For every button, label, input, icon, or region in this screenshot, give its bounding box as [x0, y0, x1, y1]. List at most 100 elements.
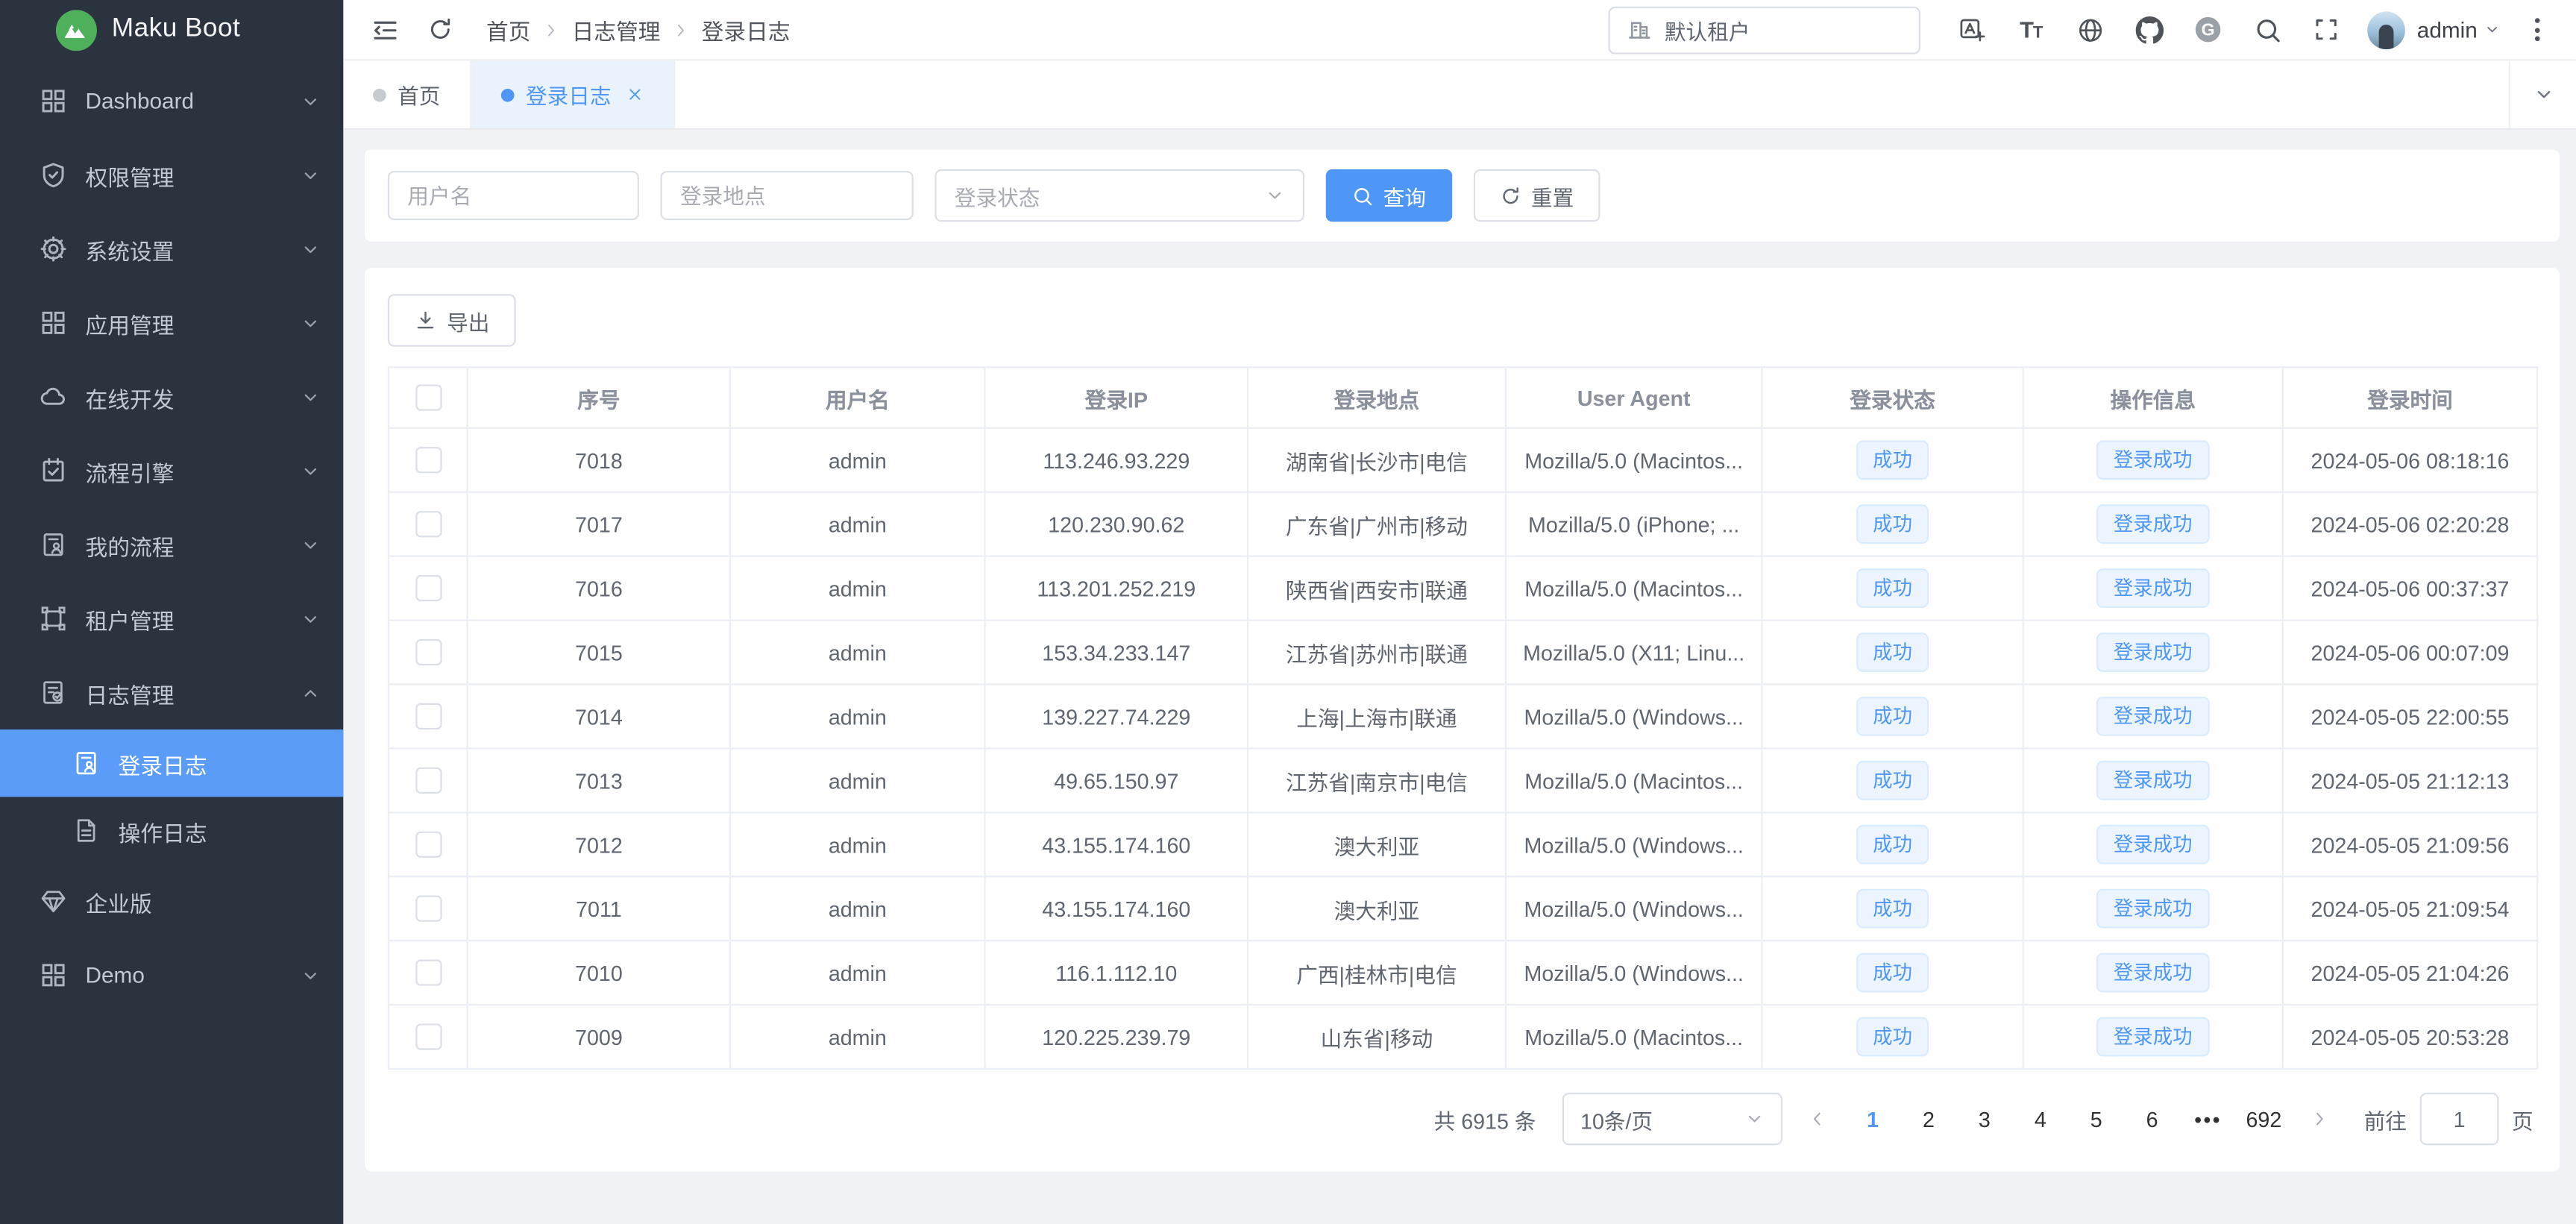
- username-input[interactable]: [388, 171, 639, 220]
- tab-login-log[interactable]: 登录日志: [471, 61, 675, 128]
- reset-button-label: 重置: [1531, 180, 1574, 211]
- row-checkbox[interactable]: [415, 896, 441, 922]
- prev-page-button[interactable]: [1796, 1096, 1838, 1142]
- table-row: 7013 admin 49.65.150.97 江苏省|南京市|电信 Mozil…: [389, 748, 2537, 812]
- sidebar-item-permissions[interactable]: 权限管理: [0, 138, 343, 212]
- select-all-checkbox[interactable]: [415, 385, 441, 411]
- app-logo[interactable]: Maku Boot: [0, 0, 343, 59]
- status-badge: 成功: [1856, 440, 1929, 480]
- pagination: 共 6915 条 10条/页 1 2 3 4 5 6 ••• 692: [391, 1093, 2533, 1172]
- sidebar-item-app-management[interactable]: 应用管理: [0, 286, 343, 360]
- cell-time: 2024-05-05 21:09:56: [2283, 812, 2537, 876]
- page-number-5[interactable]: 5: [2075, 1096, 2117, 1142]
- cell-time: 2024-05-05 21:09:54: [2283, 876, 2537, 941]
- refresh-button[interactable]: [421, 10, 460, 49]
- sidebar-item-workflow-engine[interactable]: 流程引擎: [0, 434, 343, 508]
- more-pages-button[interactable]: •••: [2187, 1096, 2229, 1142]
- export-button[interactable]: 导出: [388, 294, 516, 346]
- sidebar-item-system-settings[interactable]: 系统设置: [0, 212, 343, 286]
- page-content: 登录状态 查询 重置 导出: [343, 130, 2576, 1224]
- cell-username: admin: [730, 428, 984, 492]
- kebab-menu-button[interactable]: [2520, 18, 2553, 41]
- page-size-select[interactable]: 10条/页: [1562, 1093, 1782, 1145]
- fullscreen-button[interactable]: [2302, 7, 2352, 53]
- page-number-3[interactable]: 3: [1963, 1096, 2005, 1142]
- chevron-down-icon: [301, 313, 320, 333]
- search-button[interactable]: 查询: [1326, 169, 1453, 222]
- grid-icon: [40, 87, 67, 115]
- tenant-select[interactable]: 默认租户: [1609, 6, 1921, 54]
- document-icon: [72, 817, 100, 844]
- cell-username: admin: [730, 556, 984, 621]
- sidebar-item-dashboard[interactable]: Dashboard: [0, 64, 343, 138]
- font-size-button[interactable]: TT: [2006, 7, 2055, 53]
- avatar-silhouette: [2379, 24, 2394, 48]
- cell-time: 2024-05-06 08:18:16: [2283, 428, 2537, 492]
- page-number-1[interactable]: 1: [1851, 1096, 1894, 1142]
- goto-unit-label: 页: [2512, 1103, 2533, 1134]
- status-select-placeholder: 登录状态: [955, 180, 1040, 211]
- row-checkbox[interactable]: [415, 1024, 441, 1050]
- row-checkbox[interactable]: [415, 512, 441, 538]
- page-number-last[interactable]: 692: [2243, 1096, 2285, 1142]
- user-menu[interactable]: admin: [2417, 17, 2501, 42]
- reset-button[interactable]: 重置: [1474, 169, 1600, 222]
- sidebar-item-label: 企业版: [86, 885, 321, 917]
- sidebar-item-online-dev[interactable]: 在线开发: [0, 360, 343, 433]
- breadcrumb-home[interactable]: 首页: [486, 13, 530, 46]
- cell-time: 2024-05-05 21:04:26: [2283, 941, 2537, 1005]
- column-header-ip: 登录IP: [985, 367, 1248, 428]
- sidebar-item-enterprise[interactable]: 企业版: [0, 864, 343, 938]
- cell-id: 7010: [468, 941, 730, 1005]
- app-viewport: Maku Boot Dashboard 权限管理 系统设置 应用管理: [0, 0, 2576, 1224]
- column-header-user-agent: User Agent: [1506, 367, 1762, 428]
- collapse-sidebar-button[interactable]: [365, 10, 404, 49]
- table-row: 7010 admin 116.1.112.10 广西|桂林市|电信 Mozill…: [389, 941, 2537, 1005]
- translate-button[interactable]: [1947, 7, 1997, 53]
- user-avatar[interactable]: [2368, 10, 2406, 48]
- cell-location: 澳大利亚: [1248, 876, 1506, 941]
- tab-home[interactable]: 首页: [343, 61, 471, 128]
- row-checkbox[interactable]: [415, 703, 441, 729]
- row-checkbox[interactable]: [415, 768, 441, 794]
- gitee-button[interactable]: [2184, 7, 2233, 53]
- row-checkbox[interactable]: [415, 576, 441, 602]
- cell-id: 7011: [468, 876, 730, 941]
- cell-username: admin: [730, 812, 984, 876]
- sidebar-item-tenant-management[interactable]: 租户管理: [0, 582, 343, 656]
- page-number-4[interactable]: 4: [2019, 1096, 2061, 1142]
- breadcrumb-log-management[interactable]: 日志管理: [572, 13, 661, 46]
- search-button[interactable]: [2243, 7, 2292, 53]
- chevron-down-icon: [301, 609, 320, 628]
- pagination-total: 共 6915 条: [1434, 1103, 1536, 1134]
- next-page-button[interactable]: [2299, 1096, 2341, 1142]
- row-checkbox[interactable]: [415, 448, 441, 474]
- row-checkbox[interactable]: [415, 640, 441, 666]
- close-icon[interactable]: [626, 86, 644, 104]
- github-button[interactable]: [2125, 7, 2174, 53]
- column-header-username: 用户名: [730, 367, 984, 428]
- sidebar-item-login-log[interactable]: 登录日志: [0, 729, 343, 797]
- language-button[interactable]: [2065, 7, 2114, 53]
- login-log-panel: 导出 序号 用户名 登录IP 登录地点 User Agent: [365, 268, 2560, 1172]
- sidebar-item-my-workflow[interactable]: 我的流程: [0, 508, 343, 582]
- sidebar-item-label: 登录日志: [119, 747, 321, 779]
- goto-page-input[interactable]: [2420, 1093, 2499, 1145]
- sidebar-item-operation-log[interactable]: 操作日志: [0, 797, 343, 864]
- page-number-6[interactable]: 6: [2131, 1096, 2173, 1142]
- sidebar-item-log-management[interactable]: 日志管理: [0, 656, 343, 729]
- status-badge: 成功: [1856, 825, 1929, 864]
- cell-id: 7014: [468, 684, 730, 748]
- status-badge: 成功: [1856, 761, 1929, 800]
- column-header-time: 登录时间: [2283, 367, 2537, 428]
- status-select[interactable]: 登录状态: [934, 169, 1304, 222]
- page-number-2[interactable]: 2: [1907, 1096, 1950, 1142]
- document-check-icon: [40, 679, 67, 706]
- tabs-dropdown-button[interactable]: [2509, 61, 2576, 128]
- location-input[interactable]: [661, 171, 914, 220]
- sidebar-item-demo[interactable]: Demo: [0, 938, 343, 1012]
- sidebar-menu: Dashboard 权限管理 系统设置 应用管理 在线开发: [0, 59, 343, 1012]
- row-checkbox[interactable]: [415, 960, 441, 986]
- status-badge: 成功: [1856, 568, 1929, 608]
- row-checkbox[interactable]: [415, 832, 441, 858]
